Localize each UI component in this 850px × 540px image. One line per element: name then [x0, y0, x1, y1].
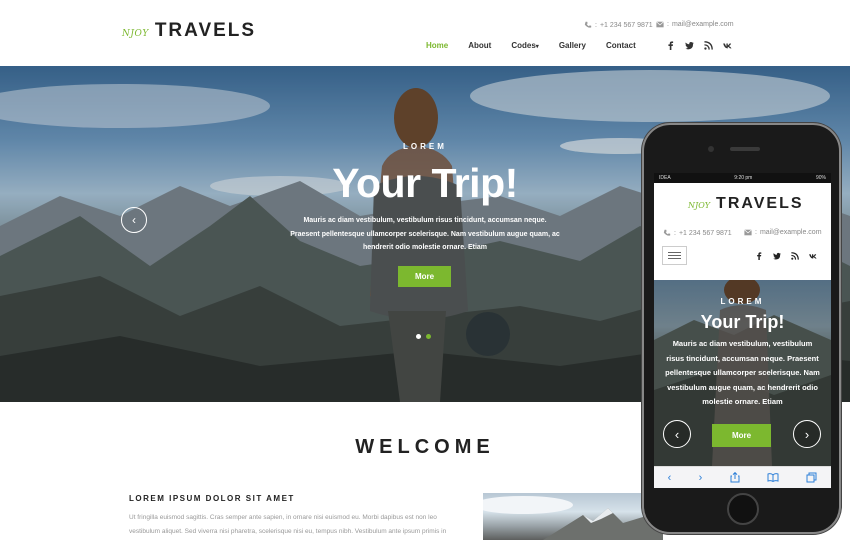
hamburger-menu-icon[interactable]	[662, 246, 687, 265]
nav-gallery[interactable]: Gallery	[559, 41, 586, 50]
welcome-text: Ut fringilla euismod sagittis. Cras semp…	[129, 514, 447, 535]
welcome-image	[483, 493, 663, 540]
status-carrier: IDEA	[659, 175, 671, 181]
header-email-address[interactable]: mail@example.com	[672, 21, 734, 28]
phone-mockup: IDEA 9:20 pm 90% NJOY TRAVELS : +1 234 56…	[642, 123, 841, 534]
twitter-icon[interactable]	[685, 41, 694, 50]
slider-dot-1[interactable]	[416, 334, 421, 339]
site-header: NJOY TRAVELS : +1 234 567 9871 : mail@exam…	[0, 0, 850, 66]
mobile-social	[755, 252, 817, 260]
chevron-left-icon: ‹	[132, 213, 136, 227]
slider-dot-2[interactable]	[426, 334, 431, 339]
mobile-hero-title: Your Trip!	[700, 312, 785, 332]
rss-icon[interactable]	[704, 41, 713, 50]
nav-about[interactable]: About	[468, 41, 491, 50]
back-icon[interactable]: ‹	[668, 472, 672, 484]
mobile-hero-eyebrow: LOREM	[720, 297, 765, 306]
phone-speaker	[730, 147, 760, 151]
hero-description: Mauris ac diam vestibulum, vestibulum ri…	[290, 217, 560, 251]
vk-icon[interactable]	[809, 252, 817, 260]
facebook-icon[interactable]	[666, 41, 675, 50]
phone-icon	[584, 21, 592, 28]
phone-screen: IDEA 9:20 pm 90% NJOY TRAVELS : +1 234 56…	[654, 173, 831, 488]
mobile-email: : mail@example.com	[744, 229, 822, 236]
mobile-phone: : +1 234 567 9871	[663, 229, 732, 237]
header-phone-number: +1 234 567 9871	[599, 21, 653, 29]
logo-title: TRAVELS	[154, 20, 257, 41]
status-battery: 90%	[815, 175, 826, 181]
forward-icon[interactable]: ›	[699, 472, 703, 484]
header-email: : mail@example.com	[656, 21, 734, 28]
mobile-phone-number: +1 234 567 9871	[678, 229, 732, 237]
twitter-icon[interactable]	[773, 252, 781, 260]
mobile-more-button[interactable]: More	[712, 424, 771, 447]
slider-dots	[416, 334, 431, 339]
nav-codes-label: Codes	[511, 41, 536, 50]
tabs-icon[interactable]	[806, 472, 817, 483]
hero-more-button[interactable]: More	[398, 266, 451, 287]
mobile-logo-title: TRAVELS	[716, 195, 804, 212]
main-nav: Home About Codes▾ Gallery Contact	[426, 41, 636, 50]
chevron-right-icon: ›	[804, 426, 810, 442]
header-phone: : +1 234 567 9871	[584, 21, 653, 29]
nav-codes[interactable]: Codes▾	[511, 41, 538, 50]
browser-toolbar: ‹ ›	[654, 466, 831, 488]
bookmarks-icon[interactable]	[767, 473, 779, 482]
phone-home-button	[727, 493, 759, 525]
page: NJOY TRAVELS : +1 234 567 9871 : mail@exam…	[0, 0, 850, 540]
mobile-logo[interactable]: NJOY TRAVELS	[688, 195, 804, 213]
mobile-email-address[interactable]: mail@example.com	[760, 229, 822, 236]
mobile-logo-prefix: NJOY	[688, 201, 711, 210]
welcome-heading: LOREM IPSUM DOLOR SIT AMET	[129, 494, 295, 503]
chevron-left-icon: ‹	[674, 426, 680, 442]
share-icon[interactable]	[730, 472, 740, 483]
nav-home[interactable]: Home	[426, 41, 448, 50]
rss-icon[interactable]	[791, 252, 799, 260]
phone-status-bar: IDEA 9:20 pm 90%	[654, 173, 831, 183]
phone-icon	[663, 229, 671, 236]
envelope-icon	[744, 229, 752, 236]
envelope-icon	[656, 21, 664, 28]
facebook-icon[interactable]	[755, 252, 763, 260]
mobile-prev-button[interactable]: ‹	[663, 420, 691, 448]
status-time: 9:20 pm	[734, 175, 753, 181]
logo[interactable]: NJOY TRAVELS	[122, 20, 256, 42]
hero-prev-button[interactable]: ‹	[121, 207, 147, 233]
header-social	[666, 41, 732, 50]
mobile-hero: LOREM Your Trip! Mauris ac diam vestibul…	[654, 280, 831, 466]
nav-contact[interactable]: Contact	[606, 41, 636, 50]
phone-camera	[708, 146, 714, 152]
vk-icon[interactable]	[723, 41, 732, 50]
mobile-hero-description: Mauris ac diam vestibulum, vestibulum ri…	[665, 339, 820, 406]
logo-prefix: NJOY	[122, 29, 149, 39]
mobile-next-button[interactable]: ›	[793, 420, 821, 448]
caret-down-icon: ▾	[535, 44, 539, 50]
